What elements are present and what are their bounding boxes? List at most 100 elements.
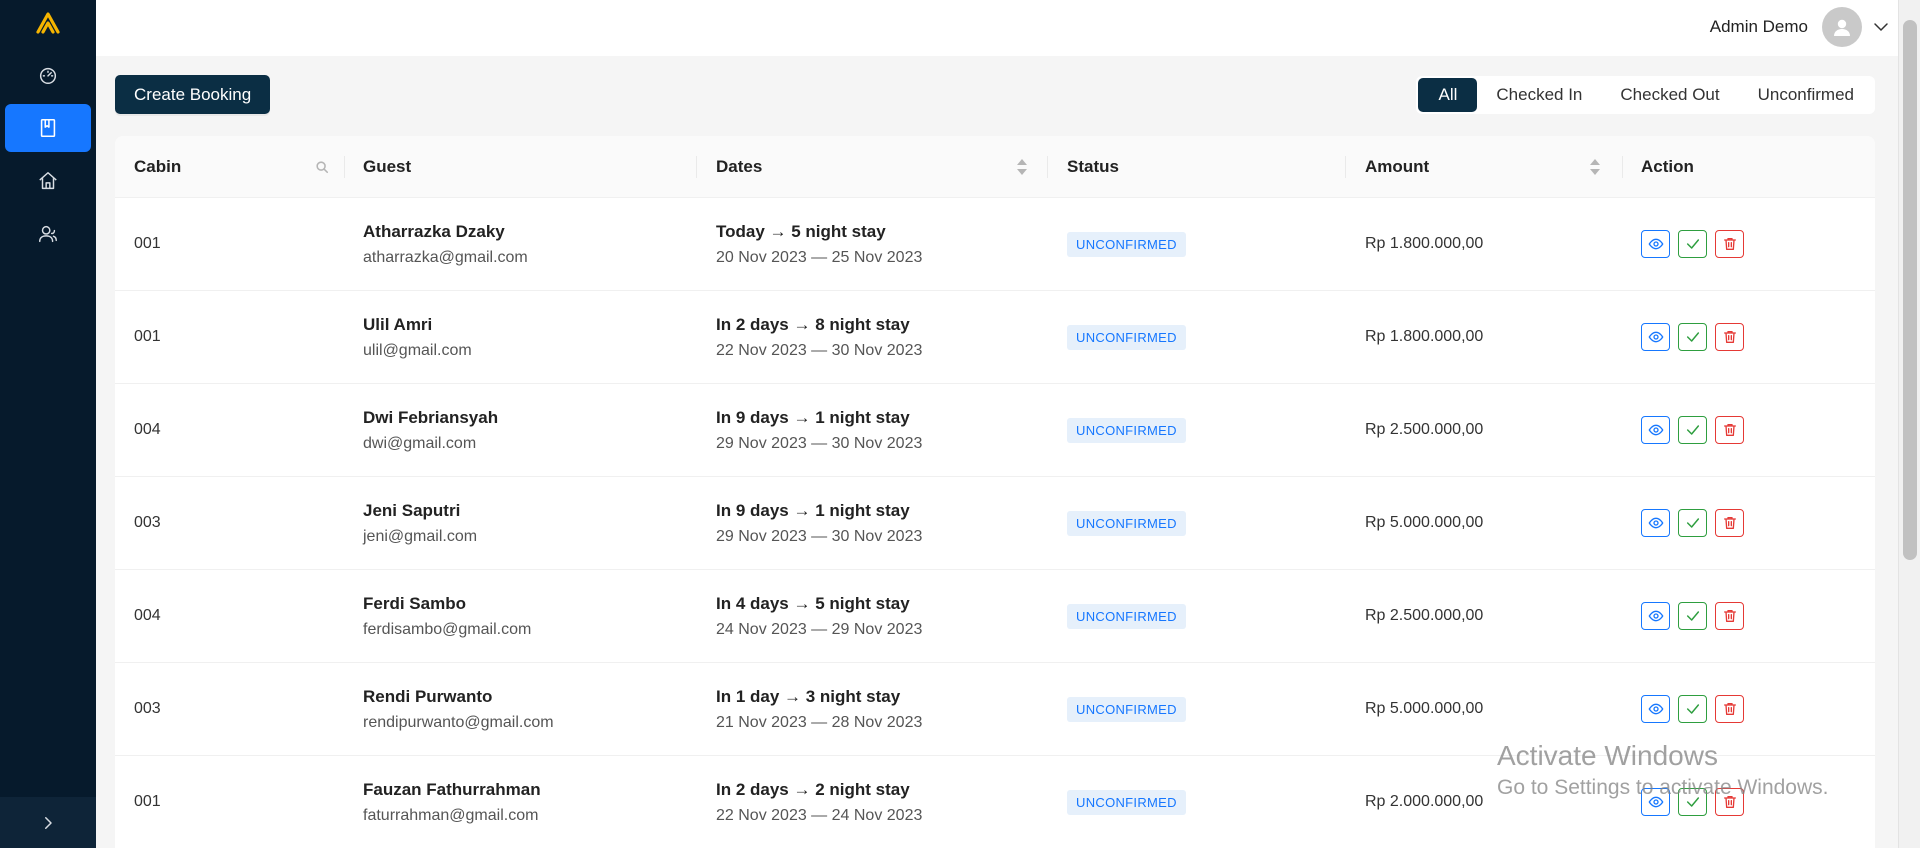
table-row: 001 Fauzan Fathurrahman faturrahman@gmail.… (115, 756, 1875, 848)
amount-cell: Rp 1.800.000,00 (1365, 291, 1483, 383)
avatar[interactable] (1822, 7, 1862, 47)
view-booking-button[interactable] (1641, 323, 1670, 351)
eye-icon (1648, 796, 1663, 808)
user-menu[interactable]: Admin Demo (1710, 7, 1898, 47)
create-booking-button[interactable]: Create Booking (115, 75, 271, 114)
amount-value: Rp 2.500.000,00 (1365, 421, 1484, 438)
amount-value: Rp 2.500.000,00 (1365, 607, 1484, 624)
view-booking-button[interactable] (1641, 416, 1670, 444)
check-in-button[interactable] (1678, 416, 1707, 444)
delete-booking-button[interactable] (1715, 509, 1744, 537)
guest-name: Fauzan Fathurrahman (363, 779, 541, 799)
cabin-cell: 004 (134, 384, 161, 476)
view-booking-button[interactable] (1641, 230, 1670, 258)
page-scrollbar[interactable] (1898, 0, 1920, 848)
guest-name: Atharrazka Dzaky (363, 221, 505, 241)
filter-checked-out[interactable]: Checked Out (1601, 78, 1738, 112)
stay-summary: In 9 days → 1 night stay (716, 407, 910, 427)
cabin-number: 004 (134, 607, 161, 624)
view-booking-button[interactable] (1641, 602, 1670, 630)
chevron-down-icon[interactable] (1872, 18, 1890, 36)
sidebar-item-cabins[interactable] (5, 157, 91, 205)
filter-all[interactable]: All (1418, 78, 1478, 112)
amount-value: Rp 1.800.000,00 (1365, 235, 1484, 252)
status-badge: UNCONFIRMED (1067, 789, 1186, 815)
guest-name: Rendi Purwanto (363, 686, 493, 706)
action-cell (1641, 756, 1744, 848)
trash-icon (1723, 238, 1736, 250)
dates-cell: In 9 days → 1 night stay 29 Nov 2023 — 30… (716, 384, 922, 476)
sidebar-item-users[interactable] (5, 210, 91, 258)
check-icon (1686, 611, 1699, 621)
status-badge: UNCONFIRMED (1067, 696, 1186, 722)
dates-cell: In 2 days → 8 night stay 22 Nov 2023 — 30… (716, 291, 922, 383)
date-range: 21 Nov 2023 — 28 Nov 2023 (716, 713, 923, 731)
delete-booking-button[interactable] (1715, 602, 1744, 630)
delete-booking-button[interactable] (1715, 416, 1744, 444)
home-icon (39, 172, 57, 190)
status-cell: UNCONFIRMED (1067, 663, 1186, 755)
app-logo-icon[interactable] (32, 6, 64, 38)
trash-icon (1723, 424, 1736, 436)
cabin-cell: 001 (134, 198, 161, 290)
action-cell (1641, 198, 1744, 290)
column-header-cabin: Cabin (134, 157, 182, 176)
check-in-button[interactable] (1678, 788, 1707, 816)
sidebar-item-bookings[interactable] (5, 104, 91, 152)
stay-summary: In 1 day → 3 night stay (716, 686, 901, 706)
view-booking-button[interactable] (1641, 509, 1670, 537)
check-in-button[interactable] (1678, 602, 1707, 630)
view-booking-button[interactable] (1641, 695, 1670, 723)
guest-cell: Dwi Febriansyah dwi@gmail.com (363, 384, 498, 476)
sort-icon[interactable] (1589, 158, 1601, 176)
status-badge: UNCONFIRMED (1067, 417, 1186, 443)
column-divider (696, 156, 697, 178)
column-header-amount[interactable]: Amount (1365, 136, 1429, 198)
cabin-number: 003 (134, 700, 161, 717)
sidebar-item-dashboard[interactable] (5, 51, 91, 99)
sidebar-collapse-button[interactable] (0, 797, 96, 848)
check-icon (1686, 704, 1699, 714)
dates-cell: In 1 day → 3 night stay 21 Nov 2023 — 28 … (716, 663, 922, 755)
status-cell: UNCONFIRMED (1067, 570, 1186, 662)
sort-icon[interactable] (1016, 158, 1028, 176)
action-cell (1641, 570, 1744, 662)
check-in-button[interactable] (1678, 230, 1707, 258)
dashboard-icon (39, 67, 57, 84)
view-booking-button[interactable] (1641, 788, 1670, 816)
date-range: 24 Nov 2023 — 29 Nov 2023 (716, 620, 923, 638)
action-cell (1641, 291, 1744, 383)
sidebar (0, 0, 96, 848)
trash-icon (1723, 517, 1736, 529)
chevron-right-icon (45, 816, 52, 829)
guest-name: Dwi Febriansyah (363, 407, 499, 427)
check-in-button[interactable] (1678, 695, 1707, 723)
guest-cell: Ferdi Sambo ferdisambo@gmail.com (363, 570, 531, 662)
check-in-button[interactable] (1678, 323, 1707, 351)
column-header-dates[interactable]: Dates (716, 136, 762, 198)
booking-filter: All Checked In Checked Out Unconfirmed (1416, 76, 1875, 114)
column-header-action: Action (1641, 157, 1694, 176)
date-range: 29 Nov 2023 — 30 Nov 2023 (716, 527, 923, 545)
action-cell (1641, 477, 1744, 569)
delete-booking-button[interactable] (1715, 230, 1744, 258)
filter-checked-in[interactable]: Checked In (1477, 78, 1601, 112)
trash-icon (1723, 331, 1736, 343)
guest-name: Ferdi Sambo (363, 593, 466, 613)
guest-cell: Ulil Amri ulil@gmail.com (363, 291, 472, 383)
scrollbar-thumb[interactable] (1903, 20, 1917, 560)
eye-icon (1648, 703, 1663, 715)
trash-icon (1723, 796, 1736, 808)
delete-booking-button[interactable] (1715, 323, 1744, 351)
check-icon (1686, 518, 1699, 528)
stay-summary: In 2 days → 2 night stay (716, 779, 910, 799)
search-icon[interactable] (315, 160, 329, 174)
cabin-cell: 004 (134, 570, 161, 662)
users-icon (39, 225, 57, 243)
check-in-button[interactable] (1678, 509, 1707, 537)
column-header-guest: Guest (363, 157, 412, 176)
delete-booking-button[interactable] (1715, 788, 1744, 816)
delete-booking-button[interactable] (1715, 695, 1744, 723)
guest-cell: Atharrazka Dzaky atharrazka@gmail.com (363, 198, 528, 290)
filter-unconfirmed[interactable]: Unconfirmed (1739, 78, 1873, 112)
